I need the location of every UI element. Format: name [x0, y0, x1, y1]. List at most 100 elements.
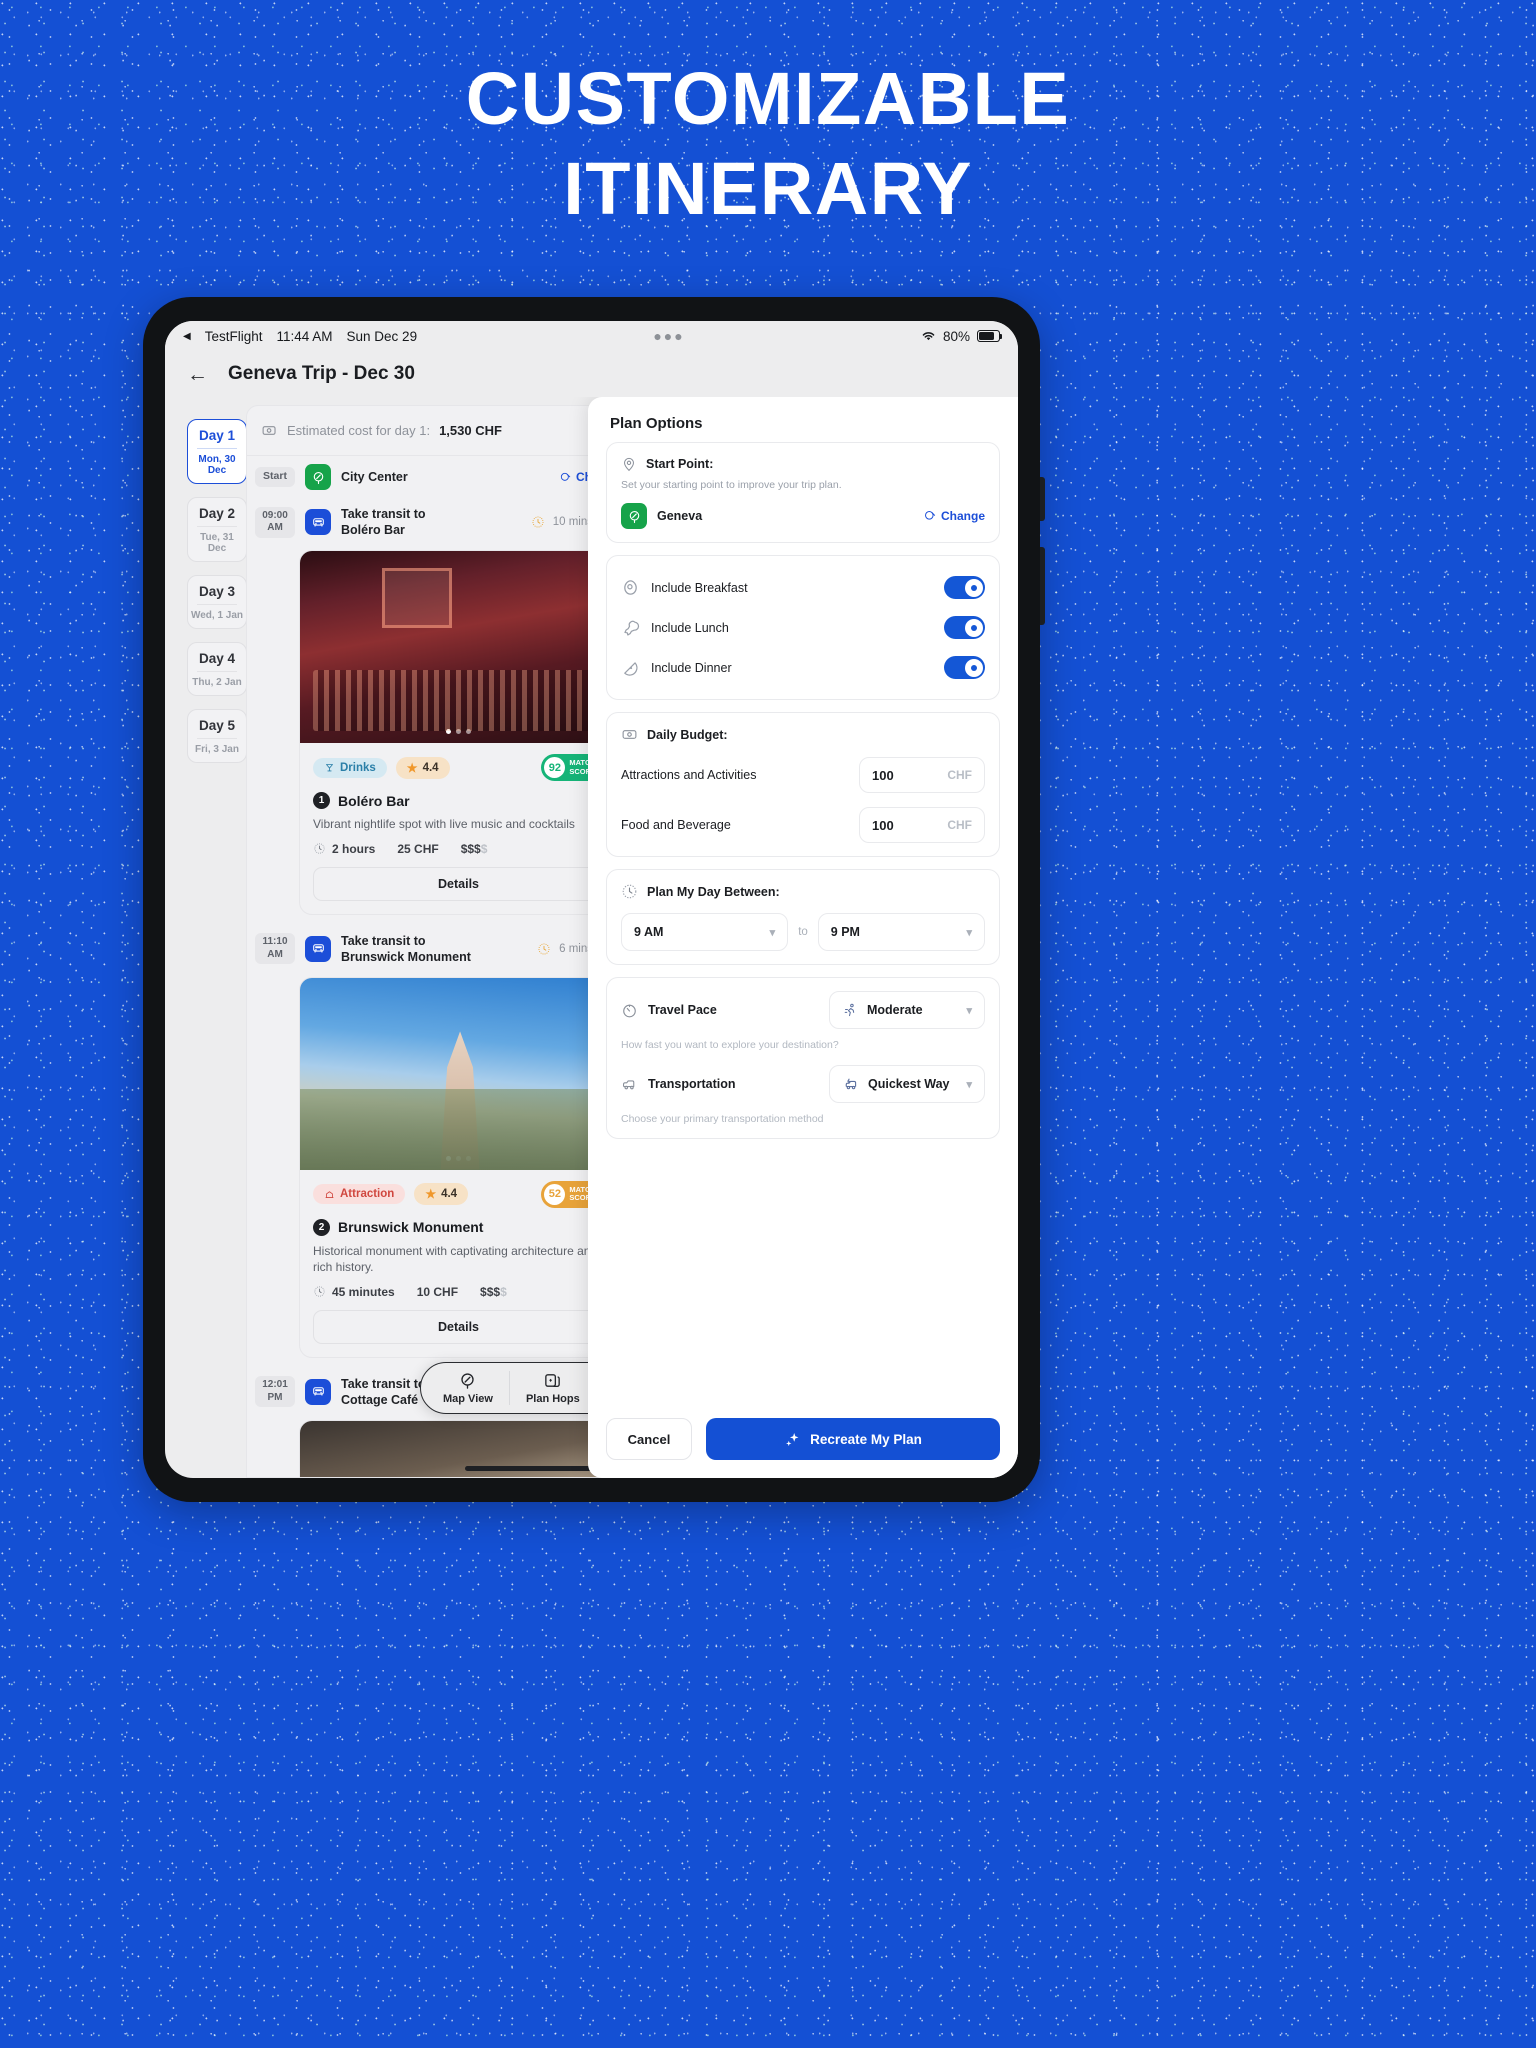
photo-carousel-dots-2[interactable] — [300, 1155, 617, 1161]
transit-time-ampm: PM — [267, 1391, 283, 1403]
day-tab-5[interactable]: Day 5 Fri, 3 Jan — [187, 709, 247, 763]
meal-row-lunch[interactable]: Include Lunch — [621, 609, 985, 646]
wifi-icon — [922, 332, 935, 341]
toggle-lunch[interactable] — [944, 616, 985, 639]
details-button-2[interactable]: Details — [313, 1309, 604, 1344]
itinerary-timeline: Estimated cost for day 1: 1,530 CHF Star… — [246, 405, 632, 1478]
start-time-select[interactable]: 9 AM ▾ — [621, 913, 789, 951]
start-point-change-button[interactable]: Change — [923, 509, 985, 523]
chevron-down-icon: ▾ — [769, 926, 776, 939]
transportation-hint: Choose your primary transportation metho… — [621, 1113, 824, 1125]
duration-value-1: 2 hours — [332, 841, 376, 856]
day-tab-date: Fri, 3 Jan — [195, 744, 239, 755]
place-price-2: 10 CHF — [416, 1284, 459, 1299]
headline-line-1: CUSTOMIZABLE — [465, 57, 1071, 140]
place-order-number-2: 2 — [313, 1218, 330, 1236]
clock-icon — [532, 516, 544, 528]
multitask-handle[interactable]: ●●● — [653, 328, 684, 344]
stopwatch-icon — [623, 1004, 636, 1017]
toggle-breakfast[interactable] — [944, 576, 985, 599]
budget-input-food[interactable]: 100 CHF — [859, 807, 985, 843]
status-bar: ◀ TestFlight 11:44 AM Sun Dec 29 ●●● 80% — [165, 321, 1018, 351]
transit-duration-1: 10 mins — [552, 516, 593, 528]
start-chip: Start — [255, 467, 295, 487]
place-card-2[interactable]: Attraction ★ 4.4 52 MATCH SCORE 2 Brunsw… — [299, 976, 618, 1358]
transportation-select[interactable]: Quickest Way ▾ — [829, 1065, 985, 1103]
daily-budget-label: Daily Budget: — [647, 727, 728, 742]
meal-row-breakfast[interactable]: Include Breakfast — [621, 569, 985, 606]
place-photo-2[interactable] — [300, 977, 617, 1170]
place-card-1[interactable]: Drinks ★ 4.4 92 MATCH SCORE 1 Boléro Bar… — [299, 550, 618, 915]
sheet-scroll[interactable]: Start Point: Set your starting point to … — [588, 442, 1018, 1404]
cards-icon — [545, 1374, 561, 1388]
transit-row-2[interactable]: 11:10 AM Take transit to Brunswick Monum… — [247, 925, 632, 973]
day-tab-2[interactable]: Day 2 Tue, 31 Dec — [187, 497, 247, 562]
budget-currency-food: CHF — [947, 818, 972, 832]
budget-input-attractions[interactable]: 100 CHF — [859, 757, 985, 793]
travel-pace-select[interactable]: Moderate ▾ — [829, 991, 985, 1029]
meal-row-dinner[interactable]: Include Dinner — [621, 649, 985, 686]
category-label-1: Drinks — [340, 761, 376, 774]
day-selector-rail: Day 1 Mon, 30 Dec Day 2 Tue, 31 Dec Day … — [187, 405, 247, 1478]
map-pin-icon — [461, 1373, 475, 1389]
itinerary-scroll[interactable]: Start City Center 09:00 AM Take transit … — [247, 456, 632, 1477]
recreate-my-plan-button[interactable]: Recreate My Plan — [706, 1418, 1000, 1460]
device-volume-button — [1040, 477, 1045, 521]
chevron-down-icon: ▾ — [966, 1004, 972, 1017]
to-label: to — [798, 926, 808, 938]
edit-location-icon — [925, 511, 936, 520]
estimated-cost-row: Estimated cost for day 1: 1,530 CHF — [247, 406, 632, 456]
travel-pace-value: Moderate — [867, 1003, 923, 1017]
place-order-number-1: 1 — [313, 792, 330, 809]
clock-icon — [314, 1286, 325, 1297]
edit-location-icon — [560, 472, 571, 481]
day-tab-3[interactable]: Day 3 Wed, 1 Jan — [187, 575, 247, 629]
meal-label-breakfast: Include Breakfast — [651, 580, 748, 595]
start-point-hint: Set your starting point to improve your … — [621, 479, 842, 491]
duration-value-2: 45 minutes — [332, 1284, 395, 1299]
transit-time-ampm: AM — [267, 522, 283, 533]
start-time-value: 9 AM — [634, 925, 664, 939]
day-tab-number: Day 3 — [198, 584, 236, 599]
status-app-name[interactable]: TestFlight — [205, 329, 263, 344]
day-tab-1[interactable]: Day 1 Mon, 30 Dec — [187, 419, 247, 484]
meals-card: Include Breakfast Include Lunch Include … — [606, 555, 1000, 700]
clock-icon — [314, 843, 325, 854]
clock-icon — [538, 943, 550, 955]
runner-icon — [844, 1003, 855, 1017]
end-time-select[interactable]: 9 PM ▾ — [817, 913, 985, 951]
budget-value-food: 100 — [872, 817, 894, 833]
back-to-testflight-icon[interactable]: ◀ — [183, 331, 191, 342]
recreate-my-plan-label: Recreate My Plan — [810, 1431, 922, 1447]
details-button-1[interactable]: Details — [313, 866, 604, 901]
back-button[interactable]: ← — [187, 364, 208, 385]
divider — [197, 738, 237, 739]
toolbar-map-view[interactable]: Map View — [427, 1371, 510, 1405]
match-score-value-2: 52 — [544, 1183, 566, 1205]
star-icon: ★ — [425, 1187, 437, 1202]
toggle-dinner[interactable] — [944, 656, 985, 679]
sparkle-icon — [786, 1432, 799, 1446]
place-price-level-1: $$$$ — [461, 842, 488, 856]
start-point-card: Start Point: Set your starting point to … — [606, 442, 1000, 543]
place-photo-1[interactable] — [300, 551, 617, 743]
timeline-start-row: Start City Center — [247, 456, 632, 498]
day-range-card: Plan My Day Between: 9 AM ▾ to 9 PM ▾ — [606, 869, 1000, 965]
rating-chip-1: ★ 4.4 — [395, 756, 450, 779]
transit-time-value: 12:01 — [262, 1379, 288, 1391]
bus-icon — [305, 1378, 331, 1405]
cancel-button[interactable]: Cancel — [606, 1418, 692, 1460]
status-time: 11:44 AM — [276, 328, 333, 344]
device-screen: ◀ TestFlight 11:44 AM Sun Dec 29 ●●● 80%… — [165, 321, 1018, 1478]
toolbar-plan-hops[interactable]: Plan Hops — [510, 1371, 597, 1405]
start-point-value: Geneva — [657, 509, 703, 523]
budget-label-attractions: Attractions and Activities — [621, 768, 757, 782]
budget-value-attractions: 100 — [872, 767, 894, 783]
chevron-down-icon: ▾ — [966, 1078, 972, 1091]
budget-row-food: Food and Beverage 100 CHF — [621, 807, 985, 843]
photo-carousel-dots-1[interactable] — [300, 729, 617, 734]
category-chip-2: Attraction — [313, 1184, 406, 1205]
day-tab-4[interactable]: Day 4 Thu, 2 Jan — [187, 642, 247, 696]
transit-row-1[interactable]: 09:00 AM Take transit to Boléro Bar 10 m… — [247, 498, 632, 546]
budget-label-food: Food and Beverage — [621, 818, 731, 832]
